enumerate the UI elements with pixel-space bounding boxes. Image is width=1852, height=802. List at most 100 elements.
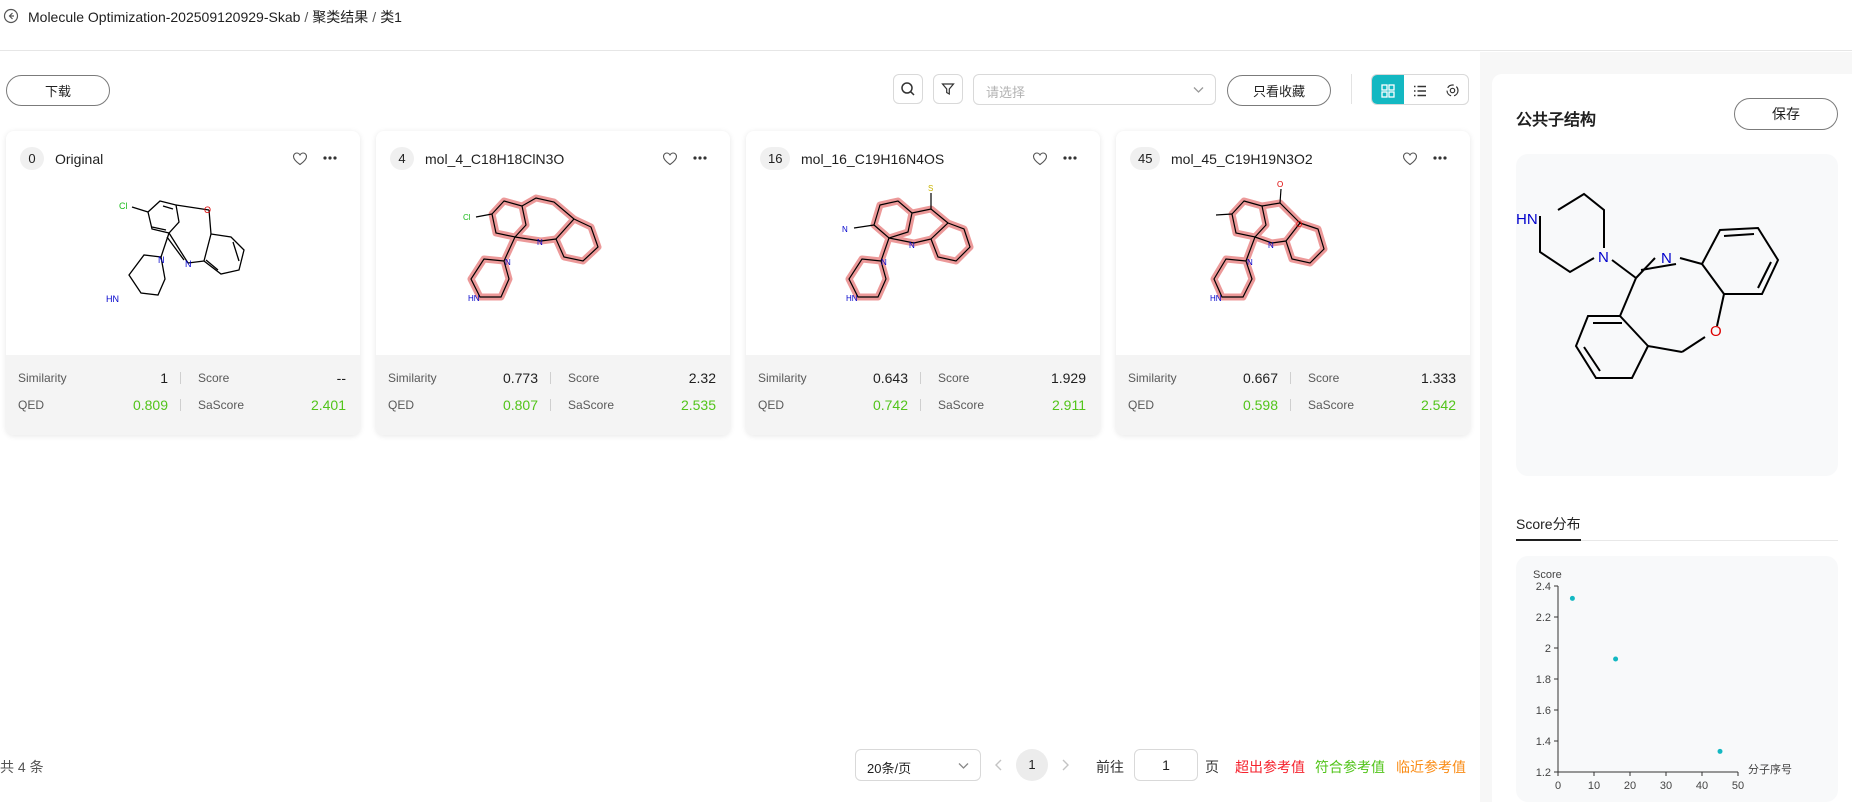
list-icon xyxy=(1414,85,1426,96)
score-label: Score xyxy=(568,371,600,385)
filter-button[interactable] xyxy=(933,74,963,104)
molecule-card[interactable]: 0 Original Cl O N N HN Similarity 1 Scor… xyxy=(6,131,360,435)
breadcrumb-current: 类1 xyxy=(380,9,402,25)
card-metrics: Similarity 0.667 Score 1.333 QED 0.598 S… xyxy=(1116,355,1470,435)
substructure-image: HN N N O xyxy=(1516,192,1780,379)
nitrogen-atom-label: N xyxy=(1268,241,1274,250)
x-tick-label: 10 xyxy=(1588,780,1600,792)
similarity-value: 1 xyxy=(160,370,168,386)
prev-page-icon[interactable] xyxy=(994,759,1004,771)
nitrogen-atom-label: N xyxy=(185,259,192,269)
nitrogen-atom-label: N xyxy=(1661,250,1672,267)
card-metrics: Similarity 0.643 Score 1.929 QED 0.742 S… xyxy=(746,355,1100,435)
network-view-button[interactable] xyxy=(1436,75,1468,104)
qed-value: 0.809 xyxy=(132,397,168,413)
oxygen-atom-label: O xyxy=(204,205,211,215)
nitrogen-atom-label: N xyxy=(881,258,887,267)
search-button[interactable] xyxy=(893,74,923,104)
save-button[interactable]: 保存 xyxy=(1734,98,1838,130)
chlorine-atom-label: Cl xyxy=(119,201,128,211)
amine-atom-label: HN xyxy=(1516,211,1538,228)
heart-icon[interactable] xyxy=(1402,151,1418,167)
back-arrow-icon[interactable] xyxy=(3,8,19,24)
heart-icon[interactable] xyxy=(1032,151,1048,167)
qed-label: QED xyxy=(18,398,45,412)
score-label: Score xyxy=(1308,371,1340,385)
next-page-icon[interactable] xyxy=(1060,759,1070,771)
nitrogen-atom-label: N xyxy=(909,241,915,250)
y-tick-label: 1.4 xyxy=(1536,736,1551,748)
molecule-index-badge: 16 xyxy=(760,147,791,170)
heart-icon[interactable] xyxy=(292,151,308,167)
qed-label: QED xyxy=(1128,398,1155,412)
scatter-point xyxy=(1613,656,1619,662)
similarity-label: Similarity xyxy=(388,371,437,385)
x-tick-label: 20 xyxy=(1624,780,1636,792)
page-size-select[interactable]: 20条/页 xyxy=(855,749,981,781)
y-tick-label: 1.8 xyxy=(1536,674,1551,686)
more-icon[interactable] xyxy=(1062,155,1078,161)
page-size-value: 20条/页 xyxy=(867,761,912,776)
similarity-label: Similarity xyxy=(1128,371,1177,385)
heart-icon[interactable] xyxy=(662,151,678,167)
qed-label: QED xyxy=(388,398,415,412)
molecule-index-badge: 4 xyxy=(390,147,414,170)
download-button[interactable]: 下载 xyxy=(6,75,110,106)
sascore-label: SaScore xyxy=(568,398,615,412)
molecule-structure-image: Cl N N HN xyxy=(463,194,602,303)
grid-icon xyxy=(1381,83,1395,98)
metric-divider xyxy=(1290,399,1291,411)
more-icon[interactable] xyxy=(1432,155,1448,161)
nitrogen-atom-label: N xyxy=(1598,249,1609,266)
molecule-name: Original xyxy=(55,151,104,167)
score-value: 1.333 xyxy=(1420,370,1456,386)
oxygen-atom-label: O xyxy=(1296,220,1302,229)
filter-select[interactable]: 请选择 xyxy=(973,74,1216,105)
similarity-value: 0.773 xyxy=(502,370,538,386)
y-tick-label: 1.2 xyxy=(1536,767,1551,779)
molecule-index-badge: 0 xyxy=(20,147,44,170)
grid-view-button[interactable] xyxy=(1372,75,1404,104)
scatter-point xyxy=(1717,748,1723,754)
toolbar-divider xyxy=(1351,74,1352,104)
molecule-structure-image: N S N N HN xyxy=(842,184,974,303)
tab-score-distribution[interactable]: Score分布 xyxy=(1516,514,1581,534)
sascore-label: SaScore xyxy=(198,398,245,412)
favorites-only-button[interactable]: 只看收藏 xyxy=(1227,75,1331,106)
molecule-structure-image: Cl O N N HN xyxy=(106,200,245,304)
molecule-card[interactable]: 16 mol_16_C19H16N4OS N S N N HN Similari… xyxy=(746,131,1100,435)
oxygen-atom-label: O xyxy=(1277,180,1283,189)
more-icon[interactable] xyxy=(322,155,338,161)
breadcrumb-cluster-results[interactable]: 聚类结果 xyxy=(312,9,368,25)
breadcrumb-separator: / xyxy=(304,9,309,25)
goto-page-input[interactable] xyxy=(1134,749,1198,781)
nitrogen-atom-label: N xyxy=(505,258,511,267)
legend-near: 临近参考值 xyxy=(1396,759,1466,775)
legend-exceeds: 超出参考值 xyxy=(1235,759,1305,775)
score-label: Score xyxy=(938,371,970,385)
similarity-value: 0.667 xyxy=(1242,370,1278,386)
x-tick-label: 0 xyxy=(1555,780,1561,792)
more-icon[interactable] xyxy=(692,155,708,161)
molecule-name: mol_16_C19H16N4OS xyxy=(801,151,945,167)
molecule-card[interactable]: 4 mol_4_C18H18ClN3O Cl N N HN Similarity xyxy=(376,131,730,435)
search-icon xyxy=(901,82,915,96)
y-tick-label: 1.6 xyxy=(1536,705,1551,717)
metric-divider xyxy=(550,372,551,384)
sascore-value: 2.911 xyxy=(1052,397,1086,413)
metric-divider xyxy=(180,372,181,384)
molecule-card[interactable]: 45 mol_45_C19H19N3O2 O O N N HN Similari… xyxy=(1116,131,1470,435)
list-view-button[interactable] xyxy=(1404,75,1436,104)
legend-meets: 符合参考值 xyxy=(1315,759,1385,775)
score-scatter-svg: Score 分子序号 1.2 1.4 1.6 1.8 2 2.2 2.4 0 10 20 30 40… xyxy=(1533,569,1792,792)
x-axis-title: 分子序号 xyxy=(1748,762,1792,776)
sulfur-atom-label: S xyxy=(928,184,933,193)
page-number-current[interactable]: 1 xyxy=(1016,749,1048,781)
nitrogen-atom-label: N xyxy=(842,225,848,234)
similarity-value: 0.643 xyxy=(872,370,908,386)
qed-value: 0.742 xyxy=(872,397,908,413)
breadcrumb-project[interactable]: Molecule Optimization-202509120929-Skab xyxy=(28,9,300,25)
score-value: -- xyxy=(336,370,346,386)
metric-divider xyxy=(550,399,551,411)
x-tick-label: 30 xyxy=(1660,780,1672,792)
